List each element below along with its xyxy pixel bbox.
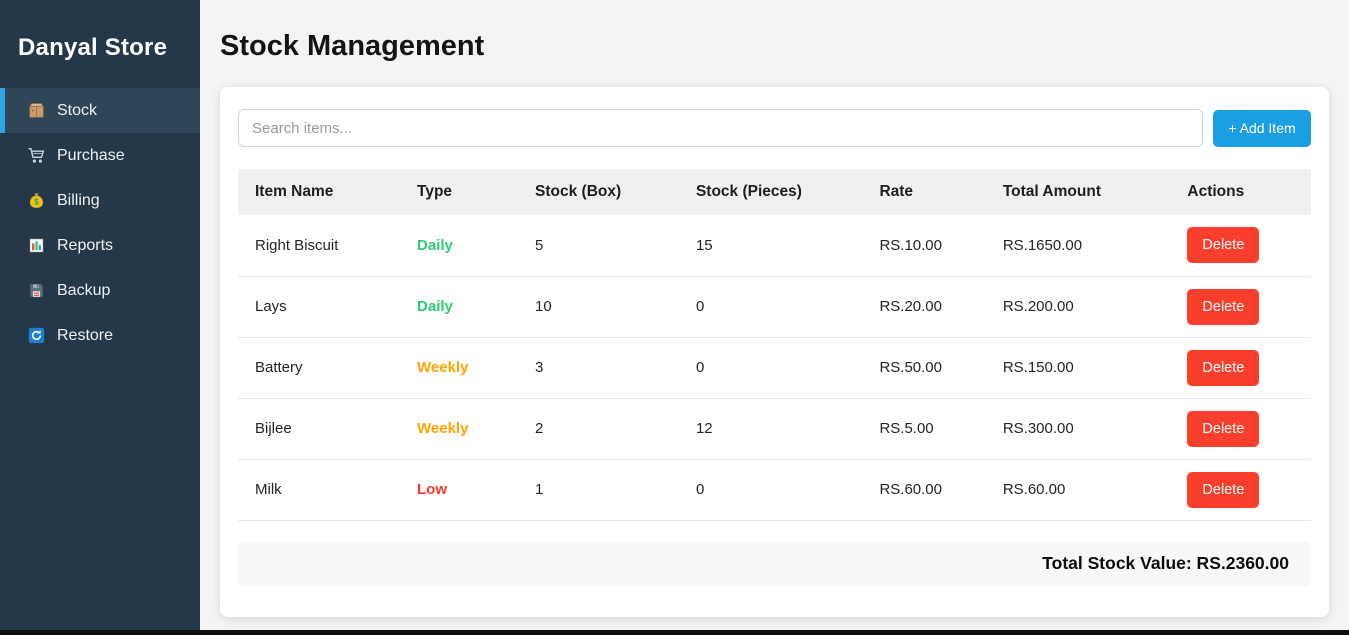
floppy-disk-icon (27, 281, 46, 300)
sidebar-item-label: Restore (57, 327, 113, 345)
svg-text:$: $ (34, 198, 39, 207)
type-badge: Low (417, 481, 447, 498)
table-row: Battery Weekly 3 0 RS.50.00 RS.150.00 De… (238, 337, 1311, 398)
sidebar-item-reports[interactable]: Reports (0, 223, 200, 268)
sidebar-item-purchase[interactable]: Purchase (0, 133, 200, 178)
sidebar-item-stock[interactable]: Stock (0, 88, 200, 133)
col-type: Type (400, 169, 518, 215)
sidebar-menu: Stock Purchase $ Billing Reports (0, 88, 200, 358)
rate-cell: RS.50.00 (862, 337, 985, 398)
sidebar-item-label: Purchase (57, 147, 125, 165)
col-actions: Actions (1170, 169, 1311, 215)
stock-pieces-cell: 0 (679, 459, 862, 520)
rate-cell: RS.60.00 (862, 459, 985, 520)
total-amount-cell: RS.150.00 (986, 337, 1171, 398)
rate-cell: RS.20.00 (862, 276, 985, 337)
total-stock-value: Total Stock Value: RS.2360.00 (1042, 553, 1289, 574)
sidebar-item-label: Stock (57, 102, 97, 120)
delete-button[interactable]: Delete (1187, 289, 1259, 325)
sidebar-item-restore[interactable]: Restore (0, 313, 200, 358)
delete-button[interactable]: Delete (1187, 227, 1259, 263)
rate-cell: RS.10.00 (862, 215, 985, 276)
app-window: Danyal Store Stock Purchase $ Billing (0, 0, 1349, 635)
col-stock-box: Stock (Box) (518, 169, 679, 215)
col-rate: Rate (862, 169, 985, 215)
restore-arrows-icon (27, 326, 46, 345)
shopping-cart-icon (27, 146, 46, 165)
stock-box-cell: 5 (518, 215, 679, 276)
stock-pieces-cell: 0 (679, 337, 862, 398)
item-name-cell: Right Biscuit (238, 215, 400, 276)
store-brand: Danyal Store (0, 0, 200, 88)
package-icon (27, 101, 46, 120)
stock-table: Item Name Type Stock (Box) Stock (Pieces… (238, 169, 1311, 521)
delete-button[interactable]: Delete (1187, 411, 1259, 447)
stock-box-cell: 10 (518, 276, 679, 337)
stock-box-cell: 2 (518, 398, 679, 459)
type-badge: Weekly (417, 359, 468, 376)
table-row: Right Biscuit Daily 5 15 RS.10.00 RS.165… (238, 215, 1311, 276)
sidebar-item-billing[interactable]: $ Billing (0, 178, 200, 223)
type-badge: Daily (417, 298, 453, 315)
delete-button[interactable]: Delete (1187, 472, 1259, 508)
sidebar-item-label: Reports (57, 237, 113, 255)
col-total-amount: Total Amount (986, 169, 1171, 215)
add-item-button[interactable]: + Add Item (1213, 110, 1311, 147)
search-input[interactable] (238, 109, 1203, 147)
page-title: Stock Management (220, 30, 1329, 63)
table-row: Lays Daily 10 0 RS.20.00 RS.200.00 Delet… (238, 276, 1311, 337)
main-content: Stock Management + Add Item Item Name Ty… (200, 0, 1349, 635)
col-stock-pieces: Stock (Pieces) (679, 169, 862, 215)
table-row: Milk Low 1 0 RS.60.00 RS.60.00 Delete (238, 459, 1311, 520)
sidebar: Danyal Store Stock Purchase $ Billing (0, 0, 200, 635)
stock-box-cell: 1 (518, 459, 679, 520)
item-name-cell: Lays (238, 276, 400, 337)
type-badge: Daily (417, 237, 453, 254)
taskbar-edge (0, 630, 1349, 635)
col-item-name: Item Name (238, 169, 400, 215)
item-name-cell: Bijlee (238, 398, 400, 459)
sidebar-item-label: Backup (57, 282, 110, 300)
item-name-cell: Milk (238, 459, 400, 520)
type-badge: Weekly (417, 420, 468, 437)
total-amount-cell: RS.60.00 (986, 459, 1171, 520)
table-row: Bijlee Weekly 2 12 RS.5.00 RS.300.00 Del… (238, 398, 1311, 459)
stock-card: + Add Item Item Name Type Stock (Box) St… (220, 87, 1329, 617)
total-amount-cell: RS.300.00 (986, 398, 1171, 459)
bar-chart-icon (27, 236, 46, 255)
sidebar-item-label: Billing (57, 192, 100, 210)
toolbar: + Add Item (238, 109, 1311, 147)
table-header: Item Name Type Stock (Box) Stock (Pieces… (238, 169, 1311, 215)
item-name-cell: Battery (238, 337, 400, 398)
money-bag-icon: $ (27, 191, 46, 210)
delete-button[interactable]: Delete (1187, 350, 1259, 386)
stock-pieces-cell: 15 (679, 215, 862, 276)
stock-pieces-cell: 12 (679, 398, 862, 459)
total-stock-value-bar: Total Stock Value: RS.2360.00 (238, 541, 1311, 587)
sidebar-item-backup[interactable]: Backup (0, 268, 200, 313)
total-amount-cell: RS.1650.00 (986, 215, 1171, 276)
total-amount-cell: RS.200.00 (986, 276, 1171, 337)
stock-pieces-cell: 0 (679, 276, 862, 337)
rate-cell: RS.5.00 (862, 398, 985, 459)
stock-box-cell: 3 (518, 337, 679, 398)
